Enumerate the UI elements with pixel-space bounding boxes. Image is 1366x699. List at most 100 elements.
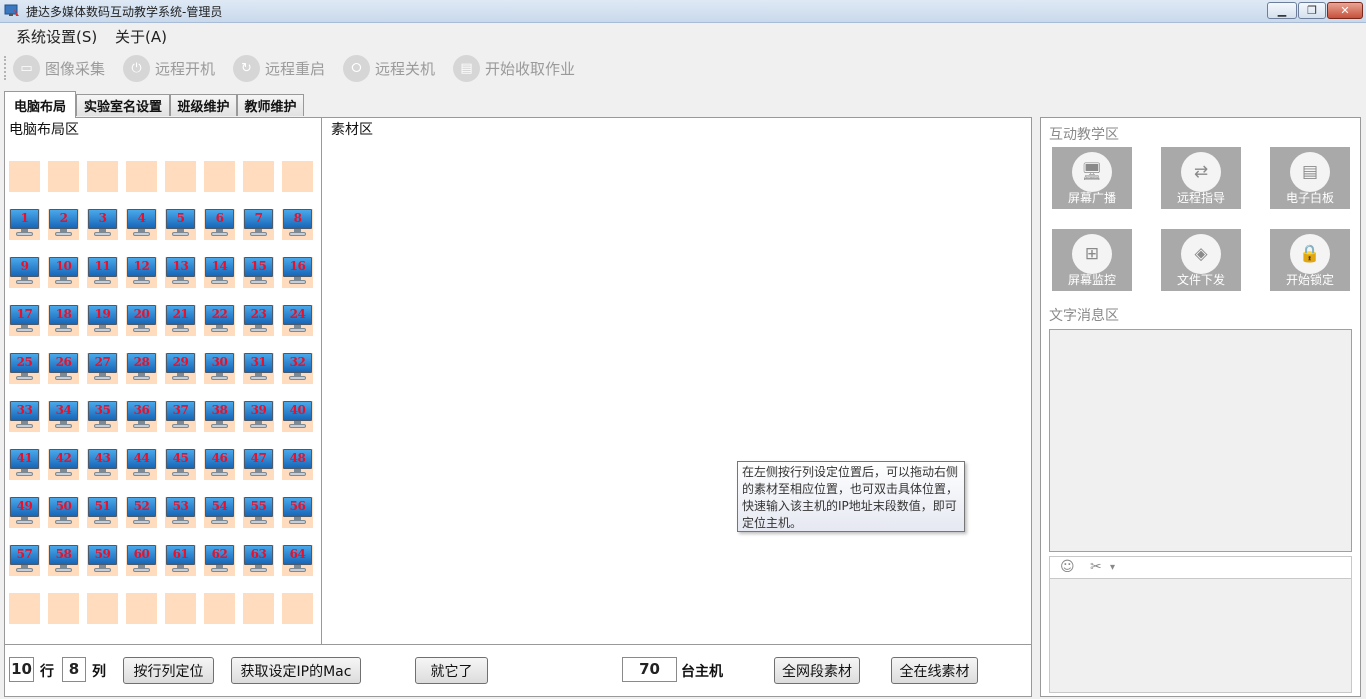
computer-icon[interactable]: 7 [243,209,274,240]
computer-icon[interactable]: 12 [126,257,157,288]
grid-cell[interactable]: 60 [126,545,157,576]
grid-cell[interactable] [48,593,79,624]
computer-icon[interactable]: 16 [282,257,313,288]
computer-icon[interactable]: 2 [48,209,79,240]
locate-by-grid-button[interactable]: 按行列定位 [123,657,214,684]
computer-icon[interactable]: 48 [282,449,313,480]
computer-icon[interactable]: 44 [126,449,157,480]
tab-class-maintenance[interactable]: 班级维护 [170,94,237,116]
grid-cell[interactable]: 45 [165,449,196,480]
computer-icon[interactable]: 50 [48,497,79,528]
grid-cell[interactable] [87,593,118,624]
computer-icon[interactable]: 17 [9,305,40,336]
computer-icon[interactable]: 3 [87,209,118,240]
grid-cell[interactable]: 30 [204,353,235,384]
remote-power-on-button[interactable]: ⏻ 远程开机 [123,53,215,83]
grid-cell[interactable]: 22 [204,305,235,336]
grid-cell[interactable] [48,161,79,192]
grid-cell[interactable]: 41 [9,449,40,480]
grid-cell[interactable] [126,161,157,192]
all-online-material-button[interactable]: 全在线素材 [891,657,978,684]
computer-icon[interactable]: 20 [126,305,157,336]
grid-cell[interactable]: 5 [165,209,196,240]
grid-cell[interactable]: 35 [87,401,118,432]
computer-icon[interactable]: 54 [204,497,235,528]
grid-cell[interactable]: 17 [9,305,40,336]
grid-cell[interactable]: 25 [9,353,40,384]
maximize-button[interactable]: ❐ [1298,2,1326,19]
computer-icon[interactable]: 10 [48,257,79,288]
grid-cell[interactable]: 43 [87,449,118,480]
grid-cell[interactable]: 46 [204,449,235,480]
grid-cell[interactable]: 63 [243,545,274,576]
menu-about[interactable]: 关于(A) [115,26,167,47]
grid-cell[interactable]: 56 [282,497,313,528]
message-input[interactable] [1049,579,1352,693]
grid-cell[interactable]: 8 [282,209,313,240]
get-mac-button[interactable]: 获取设定IP的Mac [231,657,361,684]
grid-cell[interactable]: 26 [48,353,79,384]
computer-icon[interactable]: 22 [204,305,235,336]
grid-cell[interactable]: 40 [282,401,313,432]
grid-cell[interactable]: 39 [243,401,274,432]
grid-cell[interactable]: 11 [87,257,118,288]
grid-cell[interactable]: 24 [282,305,313,336]
screen-broadcast-button[interactable]: 🖥 屏幕广播 [1052,147,1132,209]
computer-icon[interactable]: 62 [204,545,235,576]
grid-cell[interactable]: 15 [243,257,274,288]
computer-icon[interactable]: 32 [282,353,313,384]
grid-cell[interactable]: 61 [165,545,196,576]
computer-icon[interactable]: 45 [165,449,196,480]
grid-cell[interactable]: 62 [204,545,235,576]
computer-icon[interactable]: 27 [87,353,118,384]
screen-monitor-button[interactable]: ⊞ 屏幕监控 [1052,229,1132,291]
grid-cell[interactable]: 28 [126,353,157,384]
computer-icon[interactable]: 4 [126,209,157,240]
computer-icon[interactable]: 57 [9,545,40,576]
computer-icon[interactable]: 5 [165,209,196,240]
rows-input[interactable]: 10 [9,657,34,682]
minimize-button[interactable]: ▁ [1267,2,1297,19]
grid-cell[interactable]: 7 [243,209,274,240]
grid-cell[interactable]: 52 [126,497,157,528]
computer-icon[interactable]: 40 [282,401,313,432]
grid-cell[interactable]: 12 [126,257,157,288]
grid-cell[interactable]: 10 [48,257,79,288]
computer-icon[interactable]: 26 [48,353,79,384]
grid-cell[interactable]: 48 [282,449,313,480]
grid-cell[interactable]: 50 [48,497,79,528]
grid-cell[interactable] [9,593,40,624]
computer-icon[interactable]: 58 [48,545,79,576]
grid-cell[interactable]: 9 [9,257,40,288]
grid-cell[interactable] [204,161,235,192]
grid-cell[interactable]: 19 [87,305,118,336]
computer-icon[interactable]: 28 [126,353,157,384]
grid-cell[interactable]: 34 [48,401,79,432]
grid-cell[interactable]: 14 [204,257,235,288]
grid-cell[interactable]: 44 [126,449,157,480]
grid-cell[interactable] [9,161,40,192]
grid-cell[interactable]: 3 [87,209,118,240]
grid-cell[interactable]: 59 [87,545,118,576]
grid-cell[interactable]: 18 [48,305,79,336]
grid-cell[interactable]: 21 [165,305,196,336]
computer-icon[interactable]: 35 [87,401,118,432]
computer-icon[interactable]: 55 [243,497,274,528]
grid-cell[interactable]: 4 [126,209,157,240]
grid-cell[interactable]: 42 [48,449,79,480]
computer-icon[interactable]: 59 [87,545,118,576]
menu-system-settings[interactable]: 系统设置(S) [16,26,97,47]
scissors-icon[interactable]: ✂ [1090,559,1102,575]
grid-cell[interactable]: 27 [87,353,118,384]
close-button[interactable]: ✕ [1327,2,1363,19]
computer-icon[interactable]: 37 [165,401,196,432]
grid-cell[interactable]: 13 [165,257,196,288]
grid-cell[interactable]: 49 [9,497,40,528]
tab-teacher-maintenance[interactable]: 教师维护 [237,94,304,116]
computer-icon[interactable]: 46 [204,449,235,480]
grid-cell[interactable]: 20 [126,305,157,336]
whiteboard-button[interactable]: ▤ 电子白板 [1270,147,1350,209]
computer-icon[interactable]: 18 [48,305,79,336]
computer-icon[interactable]: 63 [243,545,274,576]
computer-icon[interactable]: 56 [282,497,313,528]
